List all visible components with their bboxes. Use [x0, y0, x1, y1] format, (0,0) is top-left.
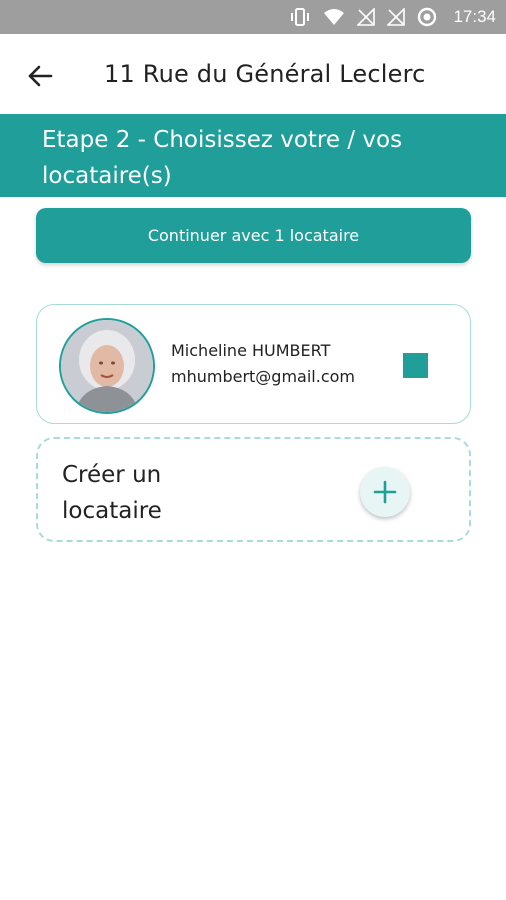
status-time: 17:34: [453, 7, 496, 26]
add-tenant-button[interactable]: [360, 467, 410, 517]
wifi-icon: [324, 9, 345, 25]
no-signal-icon: [357, 8, 376, 26]
tenant-name: Micheline HUMBERT: [171, 341, 331, 360]
no-signal-icon: [387, 8, 406, 26]
sync-icon: [418, 7, 437, 27]
plus-icon: [373, 480, 397, 504]
create-tenant-card[interactable]: Créer un locataire: [36, 437, 471, 542]
status-icons: 17:34: [289, 0, 496, 34]
step-title: Etape 2 - Choisissez votre / vos locatai…: [42, 127, 403, 189]
arrow-left-icon: [28, 65, 53, 87]
avatar-photo: [61, 320, 153, 412]
tenant-select-checkbox[interactable]: [403, 353, 428, 378]
create-tenant-label: Créer un locataire: [62, 462, 162, 524]
back-button[interactable]: [20, 56, 60, 96]
status-bar: 17:34: [0, 0, 506, 34]
vibrate-icon: [291, 8, 310, 26]
avatar: [59, 318, 155, 414]
step-banner: Etape 2 - Choisissez votre / vos locatai…: [0, 114, 506, 197]
tenant-card[interactable]: Micheline HUMBERT mhumbert@gmail.com: [36, 304, 471, 424]
app-bar: 11 Rue du Général Leclerc: [0, 34, 506, 114]
continue-button[interactable]: Continuer avec 1 locataire: [36, 208, 471, 263]
page-title: 11 Rue du Général Leclerc: [104, 60, 426, 88]
tenant-email: mhumbert@gmail.com: [171, 367, 355, 386]
